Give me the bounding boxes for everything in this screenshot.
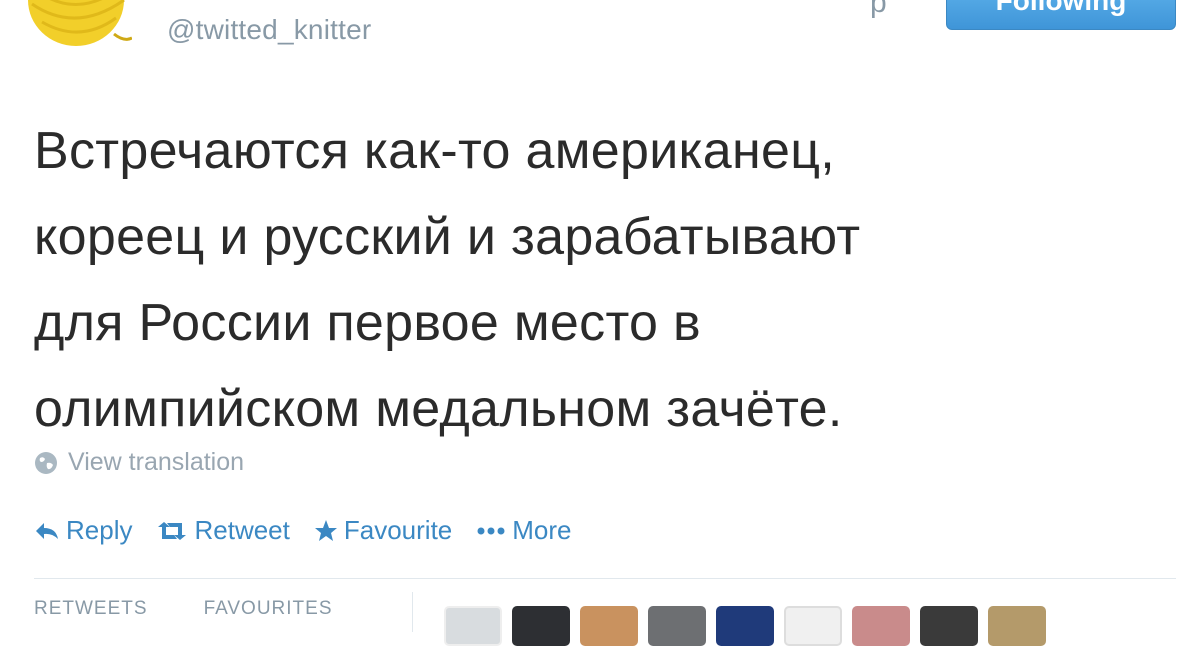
favourites-stat-label[interactable]: FAVOURITES bbox=[204, 598, 333, 620]
favourited-by-avatars bbox=[444, 606, 1046, 646]
favoriter-avatar[interactable] bbox=[716, 606, 774, 646]
tweet-stats: RETWEETS FAVOURITES bbox=[34, 598, 333, 620]
avatar-yarn-ball-icon[interactable] bbox=[20, 0, 132, 50]
tweet-actions: Reply Retweet Favourite More bbox=[34, 515, 596, 546]
favourite-button[interactable]: Favourite bbox=[314, 515, 452, 546]
favoriter-avatar[interactable] bbox=[444, 606, 502, 646]
tweet-line: олимпийском медальном зачёте. bbox=[34, 380, 843, 438]
tweet-text: Встречаются как-то американец, кореец и … bbox=[34, 108, 1174, 452]
favoriter-avatar[interactable] bbox=[852, 606, 910, 646]
user-name-fragment: р bbox=[870, 0, 887, 19]
favoriter-avatar[interactable] bbox=[784, 606, 842, 646]
favoriter-avatar[interactable] bbox=[580, 606, 638, 646]
more-dots-icon bbox=[477, 527, 505, 534]
more-label: More bbox=[512, 515, 572, 545]
more-button[interactable]: More bbox=[476, 515, 572, 546]
favoriter-avatar[interactable] bbox=[988, 606, 1046, 646]
tweet-line: для России первое место в bbox=[34, 294, 701, 352]
retweet-label: Retweet bbox=[194, 515, 290, 545]
stats-divider bbox=[412, 592, 413, 632]
reply-button[interactable]: Reply bbox=[34, 515, 132, 546]
globe-icon bbox=[35, 451, 57, 474]
retweet-button[interactable]: Retweet bbox=[156, 515, 290, 546]
view-translation-label: View translation bbox=[68, 448, 245, 476]
tweet-line: кореец и русский и зарабатывают bbox=[34, 208, 861, 266]
reply-icon bbox=[36, 522, 58, 539]
favoriter-avatar[interactable] bbox=[648, 606, 706, 646]
view-translation-link[interactable]: View translation bbox=[34, 448, 244, 477]
favoriter-avatar[interactable] bbox=[920, 606, 978, 646]
reply-label: Reply bbox=[66, 515, 133, 545]
star-icon bbox=[314, 519, 337, 541]
following-button[interactable]: Following bbox=[946, 0, 1176, 30]
tweet-line: Встречаются как-то американец, bbox=[34, 122, 836, 180]
divider bbox=[34, 578, 1176, 579]
favourite-label: Favourite bbox=[343, 515, 453, 545]
user-handle[interactable]: @twitted_knitter bbox=[167, 14, 371, 46]
retweets-stat-label[interactable]: RETWEETS bbox=[34, 598, 148, 620]
favoriter-avatar[interactable] bbox=[512, 606, 570, 646]
retweet-icon bbox=[158, 521, 187, 540]
